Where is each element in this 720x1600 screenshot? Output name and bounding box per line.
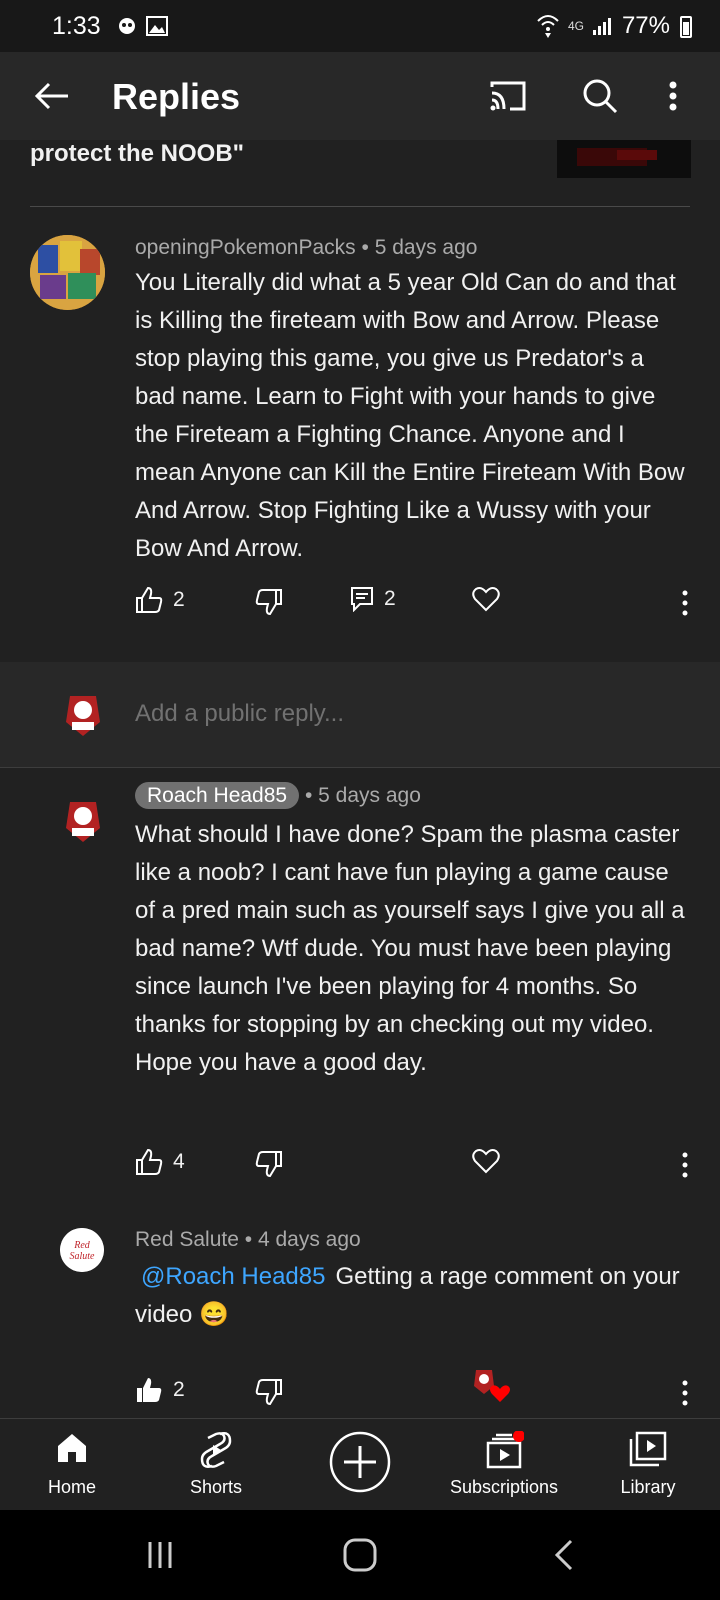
nav-library[interactable]: Library (576, 1419, 720, 1511)
app-notification-icon (119, 18, 135, 34)
comment-actions: 2 2 (0, 586, 720, 626)
heart-button[interactable] (472, 586, 500, 612)
nav-subscriptions[interactable]: Subscriptions (432, 1419, 576, 1511)
meta-separator: • (304, 784, 313, 807)
avatar[interactable]: Red Salute (60, 1228, 104, 1272)
comment-item: Red Salute Red Salute • 4 days ago @Roach… (0, 1228, 720, 1418)
comment-actions: 2 (0, 1370, 720, 1416)
page-title: Replies (112, 76, 241, 117)
meta-separator: • (361, 236, 369, 259)
signal-icon (592, 18, 611, 35)
comment-menu-icon[interactable] (682, 1152, 688, 1178)
subscriptions-icon (486, 1431, 524, 1469)
thumb-up-icon (136, 1148, 163, 1175)
svg-text:Red: Red (73, 1240, 91, 1251)
home-icon (58, 1434, 86, 1462)
network-type: 4G (567, 19, 584, 33)
search-icon[interactable] (578, 76, 622, 116)
more-vert-icon[interactable] (658, 76, 688, 116)
comment-text: What should I have done? Spam the plasma… (135, 821, 685, 1076)
nav-home-label: Home (47, 1477, 96, 1497)
comment-author[interactable]: openingPokemonPacks (135, 236, 356, 259)
comment-age: 5 days ago (374, 236, 478, 259)
add-circle-icon (329, 1431, 391, 1493)
meta-separator: • (244, 1228, 253, 1251)
thumb-down-icon (255, 1379, 282, 1406)
creator-author-chip[interactable]: Roach Head85 (135, 782, 300, 809)
home-system-icon[interactable] (340, 1536, 380, 1574)
reply-button[interactable]: 2 (350, 586, 396, 612)
comment-actions: 4 (0, 1148, 720, 1188)
comment-menu-icon[interactable] (682, 590, 688, 616)
wifi-calling-icon (537, 15, 559, 38)
battery-percent: 77% (621, 12, 670, 39)
dislike-button[interactable] (255, 588, 283, 616)
like-button[interactable]: 2 (135, 1376, 185, 1404)
dislike-button[interactable] (255, 1378, 283, 1406)
thumb-up-icon (136, 586, 163, 613)
mention-link[interactable]: @Roach Head85 (141, 1263, 325, 1290)
avatar[interactable] (62, 798, 104, 844)
like-count: 4 (173, 1150, 185, 1173)
recent-apps-icon[interactable] (140, 1538, 180, 1572)
comment-age: 5 days ago (318, 784, 421, 807)
app-bar: Replies (0, 52, 720, 140)
avatar[interactable] (30, 235, 105, 310)
status-left-icons (116, 16, 168, 36)
nav-shorts-label: Shorts (189, 1477, 243, 1497)
thumb-up-filled-icon (137, 1378, 162, 1402)
bottom-navigation: Home Shorts Subscriptions Library (0, 1418, 720, 1510)
svg-text:Salute: Salute (70, 1251, 96, 1262)
comment-meta: Red Salute • 4 days ago (135, 1228, 361, 1252)
comment-meta: openingPokemonPacks • 5 days ago (135, 236, 477, 260)
heart-icon (472, 1149, 500, 1174)
like-count: 2 (173, 588, 185, 611)
reply-count: 2 (384, 587, 396, 610)
status-time: 1:33 (52, 12, 101, 40)
cast-icon[interactable] (486, 76, 530, 116)
like-button[interactable]: 2 (135, 586, 185, 614)
nav-home[interactable]: Home (0, 1419, 144, 1511)
reply-input-placeholder[interactable]: Add a public reply... (135, 700, 344, 728)
thumb-down-icon (255, 589, 282, 616)
video-thumbnail[interactable] (557, 140, 691, 178)
status-bar: 1:33 4G 77% (0, 0, 720, 52)
battery-icon (680, 16, 692, 38)
system-navigation-bar (0, 1510, 720, 1600)
gallery-icon (146, 16, 168, 36)
like-count: 2 (173, 1378, 185, 1401)
back-arrow-icon[interactable] (30, 76, 74, 116)
comment-text: You Literally did what a 5 year Old Can … (135, 269, 685, 562)
nav-shorts[interactable]: Shorts (144, 1419, 288, 1511)
library-icon (629, 1431, 667, 1467)
add-reply-box[interactable]: Add a public reply... (0, 662, 720, 768)
reply-comment-icon (351, 587, 373, 612)
dislike-button[interactable] (255, 1150, 283, 1178)
user-avatar (62, 692, 104, 738)
nav-library-label: Library (620, 1477, 676, 1497)
status-right-icons: 4G 77% (536, 12, 670, 40)
comment-age: 4 days ago (257, 1228, 361, 1251)
create-button[interactable] (288, 1419, 432, 1511)
comment-text: @Roach Head85 Getting a rage comment on y… (135, 1258, 690, 1334)
thumb-down-icon (255, 1151, 282, 1178)
comment-author[interactable]: Red Salute (135, 1228, 239, 1251)
replies-list[interactable]: protect the NOOB" openingPokemonPacks • … (0, 140, 720, 1418)
comment-item: openingPokemonPacks • 5 days ago You Lit… (0, 206, 720, 662)
comment-meta: Roach Head85 • 5 days ago (135, 782, 421, 809)
back-system-icon[interactable] (546, 1536, 582, 1574)
nav-subscriptions-label: Subscriptions (449, 1477, 559, 1497)
heart-icon (472, 587, 500, 612)
like-button[interactable]: 4 (135, 1148, 185, 1176)
shorts-icon (200, 1432, 232, 1468)
creator-heart-badge (470, 1368, 510, 1404)
parent-comment-tail: protect the NOOB" (30, 140, 245, 167)
heart-button[interactable] (472, 1148, 500, 1174)
creator-hearted-icon (474, 1370, 510, 1402)
comment-menu-icon[interactable] (682, 1380, 688, 1406)
